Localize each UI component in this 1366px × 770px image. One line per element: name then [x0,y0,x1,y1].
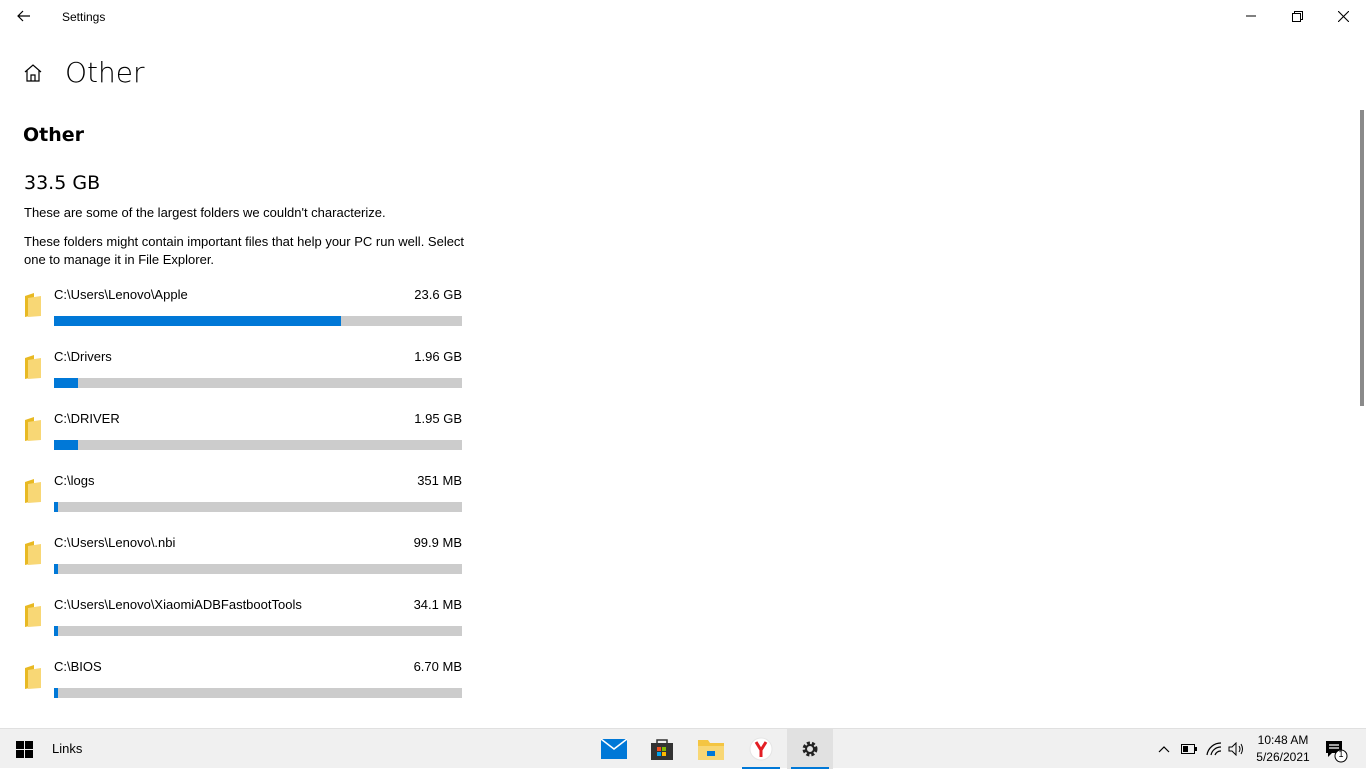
back-arrow-icon [17,10,30,22]
taskbar: Links 10:48 AM 5/26/2021 1 [0,728,1366,769]
usage-bar [54,502,462,512]
taskbar-app-settings[interactable] [787,729,833,769]
folder-size: 1.96 GB [414,349,462,364]
minimize-icon [1246,15,1256,17]
description-text: These are some of the largest folders we… [24,205,386,220]
battery-tray[interactable] [1179,739,1199,759]
back-button[interactable] [8,2,40,30]
links-toolbar[interactable]: Links [52,741,82,756]
window-title: Settings [62,10,106,24]
folder-item[interactable]: C:\Users\Lenovo\XiaomiADBFastbootTools 3… [0,594,480,656]
usage-bar-fill [54,564,59,574]
usage-bar [54,378,462,388]
folder-size: 1.95 GB [414,411,462,426]
network-tray[interactable] [1204,739,1224,759]
restore-icon [1291,10,1303,22]
usage-bar-fill [54,502,59,512]
title-bar: Settings [0,0,1366,32]
folder-path: C:\logs [54,473,95,488]
folder-size: 351 MB [417,473,462,488]
minimize-button[interactable] [1228,0,1274,32]
taskbar-app-yandex-browser[interactable] [738,729,784,769]
page-title: Other [65,56,145,89]
folder-size: 99.9 MB [413,535,462,550]
folder-icon [25,479,41,503]
notification-icon [1326,741,1348,763]
restore-button[interactable] [1274,0,1320,32]
chevron-up-icon [1158,746,1170,753]
folder-icon [25,293,41,317]
close-button[interactable] [1320,0,1366,32]
folder-list: C:\Users\Lenovo\Apple 23.6 GB C:\Drivers… [0,284,480,718]
instruction-text: These folders might contain important fi… [24,234,465,267]
usage-bar [54,316,462,326]
folder-item[interactable]: C:\Drivers 1.96 GB [0,346,480,408]
notification-count: 1 [1338,749,1344,759]
folder-icon [25,603,41,627]
folder-size: 6.70 MB [413,659,462,674]
show-hidden-icons-button[interactable] [1154,739,1174,759]
folder-path: C:\Users\Lenovo\XiaomiADBFastbootTools [54,597,302,612]
folder-path: C:\Users\Lenovo\.nbi [54,535,176,550]
settings-icon [802,741,818,757]
page-header: Other [0,52,1366,92]
folder-path: C:\BIOS [54,659,102,674]
folder-icon [25,665,41,689]
windows-logo-icon [15,740,33,758]
taskbar-app-store[interactable] [639,729,685,769]
folder-icon [25,417,41,441]
taskbar-clock[interactable]: 10:48 AM 5/26/2021 [1252,732,1314,766]
wifi-icon [1206,742,1222,756]
yandex-browser-icon [749,737,773,761]
folder-item[interactable]: C:\logs 351 MB [0,470,480,532]
main-content: Other 33.5 GB These are some of the larg… [0,100,1360,728]
battery-icon [1181,744,1197,754]
vertical-scrollbar[interactable] [1360,110,1364,406]
usage-bar-fill [54,316,342,326]
usage-bar [54,564,462,574]
usage-bar-fill [54,688,59,698]
folder-item[interactable]: C:\Users\Lenovo\Apple 23.6 GB [0,284,480,346]
folder-path: C:\Users\Lenovo\Apple [54,287,188,302]
folder-size: 34.1 MB [413,597,462,612]
volume-tray[interactable] [1227,739,1247,759]
speaker-icon [1228,742,1243,756]
section-title: Other [23,124,85,146]
folder-icon [25,541,41,565]
usage-bar-fill [54,626,59,636]
close-icon [1337,10,1349,22]
total-size: 33.5 GB [24,172,101,194]
usage-bar-fill [54,378,79,388]
folder-path: C:\Drivers [54,349,112,364]
usage-bar-fill [54,440,78,450]
action-center-button[interactable]: 1 [1320,735,1352,765]
home-button[interactable] [22,62,44,84]
folder-size: 23.6 GB [414,287,462,302]
taskbar-app-mail[interactable] [591,729,637,769]
clock-time: 10:48 AM [1257,733,1309,747]
file-explorer-icon [698,740,724,760]
folder-icon [25,355,41,379]
folder-item[interactable]: C:\Users\Lenovo\.nbi 99.9 MB [0,532,480,594]
start-button[interactable] [0,729,48,769]
home-icon [24,64,42,82]
folder-item[interactable]: C:\BIOS 6.70 MB [0,656,480,718]
folder-item[interactable]: C:\DRIVER 1.95 GB [0,408,480,470]
usage-bar [54,440,462,450]
usage-bar [54,626,462,636]
folder-path: C:\DRIVER [54,411,120,426]
taskbar-app-file-explorer[interactable] [688,729,734,769]
store-icon [651,739,673,760]
clock-date: 5/26/2021 [1256,750,1310,764]
usage-bar [54,688,462,698]
mail-icon [601,739,627,759]
